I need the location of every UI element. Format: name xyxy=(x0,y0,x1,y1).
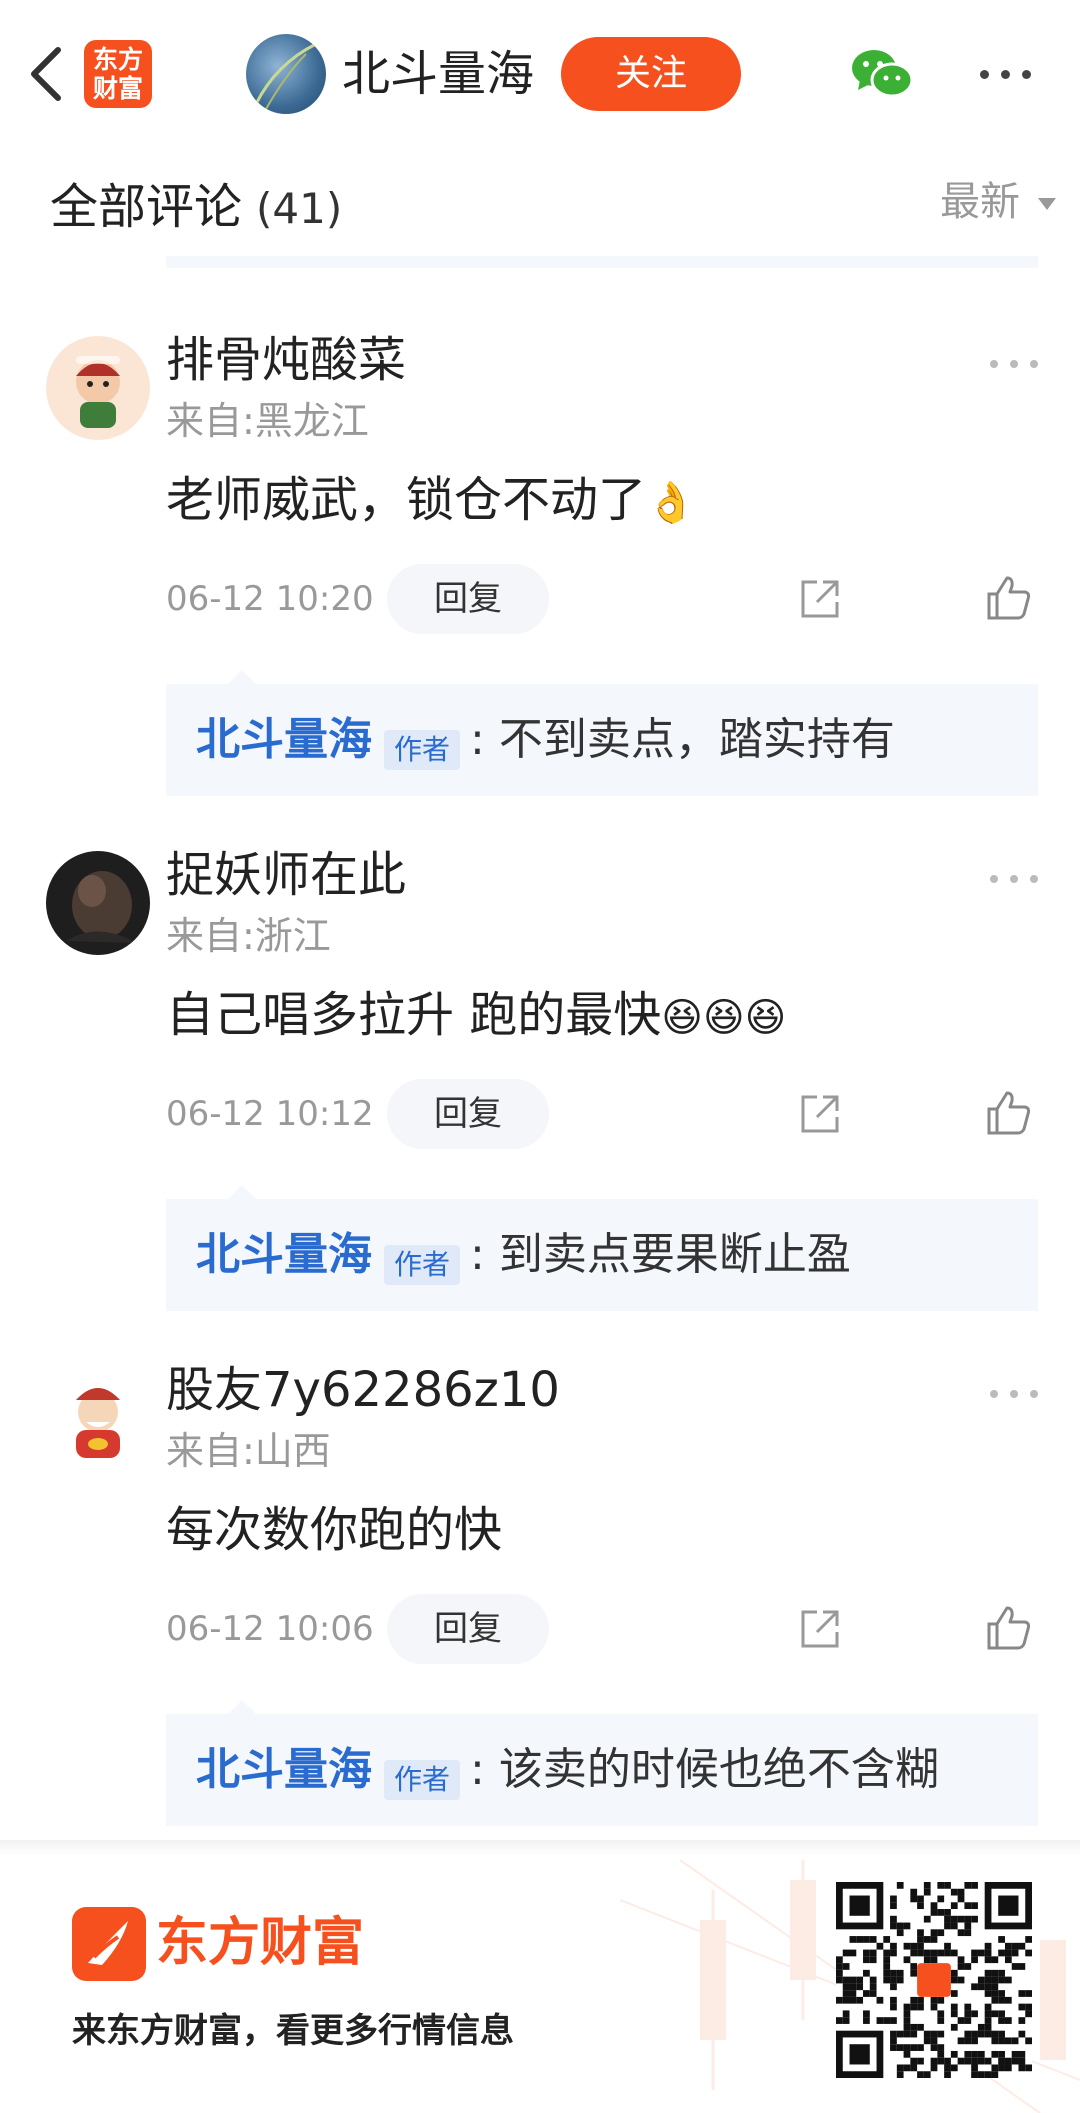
share-icon[interactable] xyxy=(797,1606,843,1652)
comment-more-icon[interactable] xyxy=(990,871,1040,887)
author-badge: 作者 xyxy=(384,729,461,770)
footer-brand-name: 东方财富 xyxy=(156,1913,365,1973)
comment-more-icon[interactable] xyxy=(990,356,1040,372)
caret-down-icon xyxy=(1038,198,1056,210)
reply-button[interactable]: 回复 xyxy=(387,1594,549,1664)
app-logo[interactable]: 东方 财富 xyxy=(84,40,152,108)
author-reply[interactable]: 北斗量海 作者: 该卖的时候也绝不含糊 xyxy=(166,1700,1038,1826)
eastmoney-logo-icon xyxy=(72,1907,146,1981)
like-thumb-icon[interactable] xyxy=(985,1089,1033,1137)
user-avatar[interactable] xyxy=(46,851,150,955)
reply-text: : 该卖的时候也绝不含糊 xyxy=(470,1744,939,1795)
reply-author-name[interactable]: 北斗量海 xyxy=(196,1744,372,1795)
author-avatar[interactable] xyxy=(246,34,326,114)
comment-text-body: 自己唱多拉升 跑的最快 xyxy=(166,987,662,1043)
footer-slogan: 来东方财富，看更多行情信息 xyxy=(72,2011,514,2051)
comment-text: 老师威武，锁仓不动了👌 xyxy=(166,470,696,533)
user-location: 来自:黑龙江 xyxy=(166,399,369,443)
user-name[interactable]: 股友7y62286z10 xyxy=(166,1360,560,1420)
comments-count: (41) xyxy=(256,184,343,233)
reply-author-name[interactable]: 北斗量海 xyxy=(196,714,372,765)
author-reply[interactable]: 北斗量海 作者: 不到卖点，踏实持有 xyxy=(166,670,1038,796)
ok-hand-emoji-icon: 👌 xyxy=(646,480,696,526)
author-reply[interactable]: 北斗量海 作者: 到卖点要果断止盈 xyxy=(166,1185,1038,1311)
sort-label: 最新 xyxy=(940,179,1020,225)
user-avatar[interactable] xyxy=(46,1366,150,1470)
comment-text-body: 每次数你跑的快 xyxy=(166,1502,503,1558)
author-badge: 作者 xyxy=(384,1759,461,1800)
user-name[interactable]: 捉妖师在此 xyxy=(166,845,406,905)
top-bar: 东方 财富 北斗量海 关注 xyxy=(0,0,1080,143)
previous-reply-box xyxy=(166,256,1038,268)
wechat-share-icon[interactable] xyxy=(850,46,914,102)
app-promo-footer: 东方财富 来东方财富，看更多行情信息 xyxy=(0,1840,1080,2113)
user-avatar[interactable] xyxy=(46,336,150,440)
follow-button[interactable]: 关注 xyxy=(561,37,741,111)
comments-header: 全部评论 (41) 最新 xyxy=(0,142,1080,260)
back-arrow-icon[interactable] xyxy=(22,44,72,104)
comment-text-body: 老师威武，锁仓不动了 xyxy=(166,472,647,528)
comments-title: 全部评论 (41) xyxy=(50,177,342,239)
share-icon[interactable] xyxy=(797,576,843,622)
share-icon[interactable] xyxy=(797,1091,843,1137)
author-name[interactable]: 北斗量海 xyxy=(342,44,534,104)
comment-time: 06-12 10:20 xyxy=(166,579,374,619)
qr-code xyxy=(836,1882,1032,2078)
comment-time: 06-12 10:12 xyxy=(166,1094,374,1134)
more-options-icon[interactable] xyxy=(976,52,1036,96)
reply-button[interactable]: 回复 xyxy=(387,1079,549,1149)
user-name[interactable]: 排骨炖酸菜 xyxy=(166,330,406,390)
like-thumb-icon[interactable] xyxy=(985,574,1033,622)
reply-text: : 不到卖点，踏实持有 xyxy=(470,714,895,765)
comments-title-text: 全部评论 xyxy=(50,179,243,235)
comment-text: 自己唱多拉升 跑的最快😆😆😆 xyxy=(166,985,786,1048)
comment-text: 每次数你跑的快 xyxy=(166,1500,502,1560)
author-badge: 作者 xyxy=(384,1244,461,1285)
comment-more-icon[interactable] xyxy=(990,1386,1040,1402)
reply-text: : 到卖点要果断止盈 xyxy=(470,1229,851,1280)
comment-time: 06-12 10:06 xyxy=(166,1609,374,1649)
user-location: 来自:山西 xyxy=(166,1429,331,1473)
user-location: 来自:浙江 xyxy=(166,914,331,958)
reply-button[interactable]: 回复 xyxy=(387,564,549,634)
sort-dropdown[interactable]: 最新 xyxy=(940,172,1056,232)
laughing-emoji-icon: 😆😆😆 xyxy=(661,995,787,1041)
reply-author-name[interactable]: 北斗量海 xyxy=(196,1229,372,1280)
like-thumb-icon[interactable] xyxy=(985,1604,1033,1652)
